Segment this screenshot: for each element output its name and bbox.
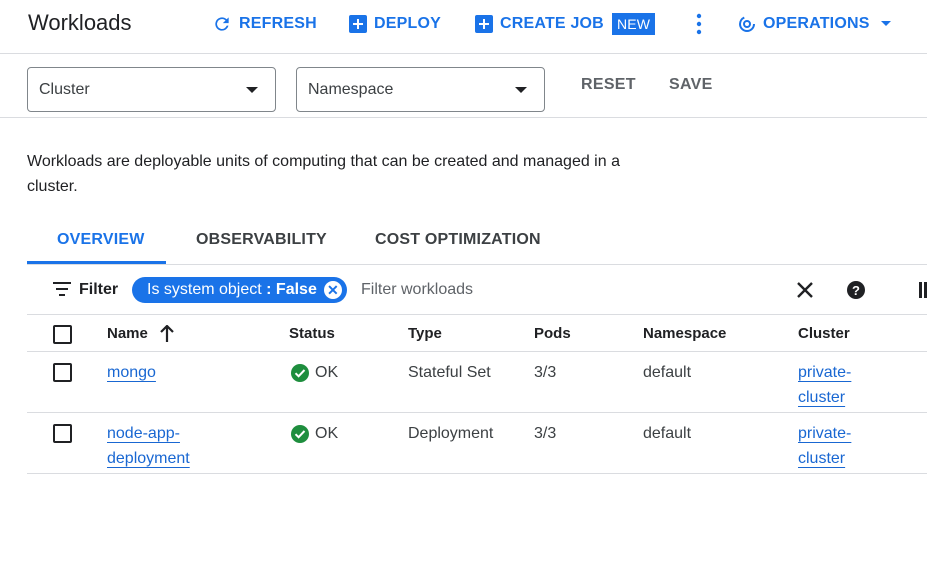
table-row: mongo OK Stateful Set 3/3 default privat… (27, 352, 927, 413)
cluster-link[interactable]: private-cluster (798, 421, 862, 471)
refresh-icon (215, 17, 229, 31)
add-box-icon (475, 15, 493, 33)
cluster-link[interactable]: private-cluster (798, 360, 862, 410)
table-row: node-app-deployment OK Deployment 3/3 de… (27, 413, 927, 474)
workload-name-link[interactable]: node-app-deployment (107, 421, 207, 471)
cluster-select-label: Cluster (39, 80, 90, 98)
sort-ascending-icon[interactable] (159, 325, 175, 343)
create-job-button[interactable]: CREATE JOB NEW (475, 12, 656, 36)
reset-button[interactable]: RESET (581, 76, 636, 94)
refresh-label: REFRESH (239, 15, 317, 32)
column-header-type[interactable]: Type (408, 325, 442, 342)
workloads-table: Name Status Type Pods Namespace Cluster … (27, 315, 927, 474)
filter-label[interactable]: Filter (79, 281, 118, 299)
tab-bar: OVERVIEW OBSERVABILITY COST OPTIMIZATION (27, 220, 927, 265)
workload-name-link[interactable]: mongo (107, 360, 227, 385)
row-checkbox[interactable] (53, 363, 72, 382)
svg-text:?: ? (852, 283, 860, 298)
deploy-label: DEPLOY (374, 15, 441, 32)
namespace-select[interactable]: Namespace (296, 67, 545, 112)
new-badge: NEW (611, 13, 656, 35)
operations-button[interactable]: OPERATIONS (738, 12, 892, 36)
type-cell: Deployment (408, 425, 494, 442)
column-header-status[interactable]: Status (289, 325, 335, 342)
column-header-pods[interactable]: Pods (534, 325, 571, 342)
filter-chip[interactable]: Is system object : False ✕ (132, 277, 347, 303)
type-cell: Stateful Set (408, 364, 491, 381)
deploy-button[interactable]: DEPLOY (349, 12, 441, 36)
refresh-button[interactable]: REFRESH (212, 12, 317, 36)
column-display-icon[interactable] (919, 282, 927, 298)
filter-chip-key: Is system object (147, 281, 262, 298)
namespace-cell: default (643, 425, 692, 442)
operations-icon (739, 16, 755, 32)
filter-icon[interactable] (53, 282, 71, 296)
namespace-select-label: Namespace (308, 80, 394, 98)
status-cell: OK (291, 421, 338, 446)
select-all-checkbox[interactable] (53, 325, 72, 344)
filter-bar: Cluster Namespace RESET SAVE (0, 54, 927, 118)
filter-chip-separator: : (261, 281, 276, 298)
operations-label: OPERATIONS (763, 15, 870, 32)
tab-cost-optimization[interactable]: COST OPTIMIZATION (375, 231, 541, 249)
add-box-icon (349, 15, 367, 33)
remove-chip-icon[interactable]: ✕ (323, 281, 342, 299)
top-toolbar: Workloads REFRESH DEPLOY CREATE JOB NEW (0, 0, 927, 54)
table-header: Name Status Type Pods Namespace Cluster (27, 315, 927, 352)
check-circle-icon (291, 363, 309, 382)
save-button[interactable]: SAVE (669, 76, 713, 94)
column-header-name[interactable]: Name (107, 325, 148, 342)
create-job-label: CREATE JOB (500, 15, 604, 32)
filter-chip-value: False (275, 281, 317, 298)
tab-overview[interactable]: OVERVIEW (57, 231, 145, 249)
active-tab-indicator (27, 261, 166, 264)
tab-observability[interactable]: OBSERVABILITY (196, 231, 327, 249)
pods-cell: 3/3 (534, 425, 557, 442)
page-title: Workloads (28, 10, 132, 35)
page-description: Workloads are deployable units of comput… (27, 153, 620, 195)
caret-down-icon (246, 87, 258, 93)
status-cell: OK (291, 360, 338, 385)
caret-down-icon (515, 87, 527, 93)
cluster-select[interactable]: Cluster (27, 67, 276, 112)
pods-cell: 3/3 (534, 364, 557, 381)
help-icon[interactable]: ? (846, 280, 866, 300)
check-circle-icon (291, 424, 309, 443)
caret-down-icon (880, 21, 891, 26)
row-checkbox[interactable] (53, 424, 72, 443)
table-filter-row: Filter Is system object : False ✕ ? (27, 265, 927, 315)
more-options-icon[interactable] (690, 12, 708, 36)
namespace-cell: default (643, 364, 692, 381)
close-icon[interactable] (796, 281, 814, 299)
status-text: OK (315, 364, 339, 381)
status-text: OK (315, 425, 339, 442)
column-header-namespace[interactable]: Namespace (643, 325, 726, 342)
column-header-cluster[interactable]: Cluster (798, 325, 850, 342)
filter-workloads-input[interactable] (361, 277, 661, 303)
